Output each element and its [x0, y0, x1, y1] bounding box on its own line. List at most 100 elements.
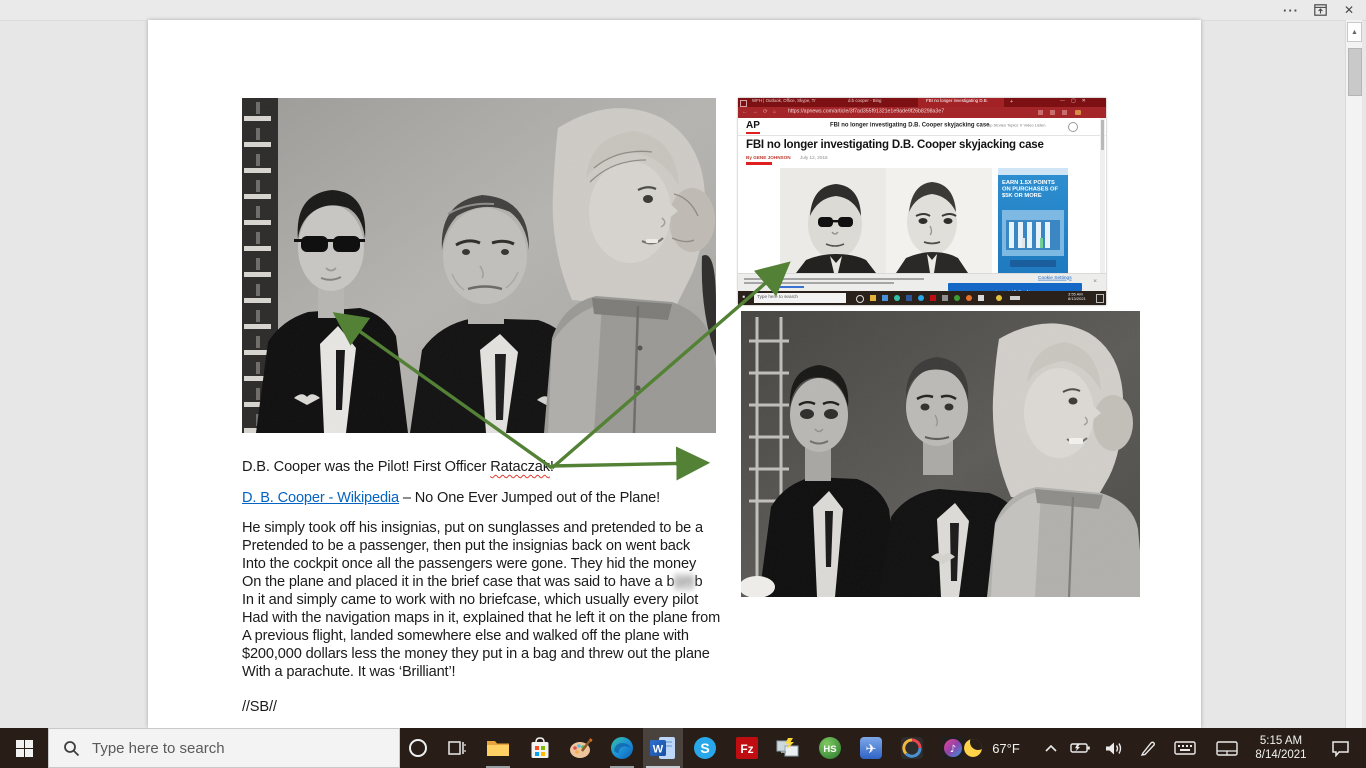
hostscan-button[interactable]: HS [810, 728, 850, 768]
search-placeholder: Type here to search [92, 740, 225, 757]
notification-bubble-icon [1331, 740, 1350, 757]
ap-site-header: AP FBI no longer investigating D.B. Coop… [738, 118, 1106, 136]
filezilla-button[interactable]: Fz [727, 728, 767, 768]
browser-tab[interactable]: WFH | Outlook, Office, Skype, Tr [752, 98, 816, 103]
edge-button[interactable] [602, 728, 642, 768]
ap-page-scrollbar[interactable] [1100, 118, 1105, 273]
touchpad-tray-button[interactable] [1208, 728, 1246, 768]
show-hidden-icons-button[interactable] [1038, 728, 1064, 768]
doc-line: Had with the navigation maps in it, expl… [242, 609, 720, 627]
browser-nav-icons[interactable]: ← → ⟳ ⌂ [742, 108, 778, 115]
ad-banner[interactable]: EARN 1.5X POINTSON PURCHASES OF$5K OR MO… [998, 168, 1068, 273]
ribbon-box-arrow-icon [1314, 4, 1327, 16]
doc-line: With a parachute. It was ‘Brilliant’! [242, 663, 720, 681]
remote-desktop-icon [776, 737, 800, 759]
browser-profile-icon[interactable] [1075, 110, 1081, 115]
ap-red-rule [746, 162, 772, 165]
volume-tray-button[interactable] [1098, 728, 1130, 768]
start-button[interactable] [0, 728, 48, 768]
ap-news-screenshot[interactable]: WFH | Outlook, Office, Skype, Tr d.b coo… [738, 98, 1106, 305]
close-window-icon[interactable]: ✕ [1338, 2, 1360, 18]
windows-ink-tray-button[interactable] [1132, 728, 1164, 768]
accept-cookies-button[interactable]: Accept All Cookies [948, 283, 1082, 291]
crew-photo-small[interactable] [741, 311, 1140, 597]
cookie-banner: Cookie Settings Accept All Cookies ✕ [738, 273, 1106, 292]
microsoft-store-button[interactable] [520, 728, 560, 768]
windows-logo-icon [16, 740, 33, 757]
filezilla-icon: Fz [735, 736, 759, 760]
doc-line: A previous flight, landed somewhere else… [242, 627, 720, 645]
doc-line-censored: On the plane and placed it in the brief … [242, 573, 720, 591]
clock-date: 8/14/2021 [1255, 748, 1306, 762]
clock-time: 5:15 AM [1260, 734, 1302, 748]
embedded-taskbar: Type here to search 3:55 AM8/13/2021 [738, 291, 1106, 305]
keyboard-icon [1174, 741, 1196, 755]
paint-button[interactable] [561, 728, 601, 768]
ap-header-title: FBI no longer investigating D.B. Cooper … [830, 121, 989, 128]
embedded-search-box: Type here to search [754, 293, 846, 303]
adobe-cc-button[interactable] [892, 728, 932, 768]
url-text[interactable]: https://apnews.com/article/3f7ad355f9132… [788, 108, 944, 114]
doc-line: He simply took off his insignias, put on… [242, 519, 720, 537]
ap-nav-links[interactable]: Top Stories Topics ∨ Video Listen [986, 123, 1045, 128]
scroll-up-button[interactable]: ▲ [1347, 22, 1362, 42]
crew-photo-large[interactable] [242, 98, 716, 433]
doc-link-line: D. B. Cooper - Wikipedia – No One Ever J… [242, 489, 660, 507]
cortana-button[interactable] [400, 728, 436, 768]
doc-signature: //SB// [242, 698, 277, 716]
touch-keyboard-tray-button[interactable] [1166, 728, 1204, 768]
file-explorer-button[interactable] [478, 728, 518, 768]
ap-search-icon[interactable] [1068, 122, 1078, 132]
scrollbar-thumb[interactable] [1348, 48, 1362, 96]
vertical-scrollbar[interactable]: ▲ [1345, 20, 1362, 728]
ap-logo[interactable]: AP [746, 120, 760, 134]
windows-taskbar: Type here to search [0, 728, 1366, 768]
browser-window-controls[interactable]: — ▢ ✕ [1060, 98, 1088, 103]
travel-app-button[interactable]: ✈ [851, 728, 891, 768]
embedded-start-icon [743, 296, 748, 301]
cookie-settings-link[interactable]: Cookie Settings [1038, 275, 1072, 280]
taskbar-search-box[interactable]: Type here to search [48, 728, 400, 768]
taskbar-clock[interactable]: 5:15 AM 8/14/2021 [1248, 728, 1314, 768]
browser-tab[interactable]: d.b cooper - Bing [848, 98, 882, 103]
battery-tray-button[interactable] [1064, 728, 1096, 768]
embedded-action-center [1096, 294, 1104, 303]
addressbar-icon[interactable] [1050, 110, 1055, 115]
action-center-button[interactable] [1318, 728, 1362, 768]
word-button-active[interactable]: W [643, 728, 683, 768]
cookie-close-icon[interactable]: ✕ [1093, 278, 1097, 284]
temperature-label: 67°F [992, 741, 1020, 756]
skype-button[interactable]: S [685, 728, 725, 768]
ap-article-headline: FBI no longer investigating D.B. Cooper … [746, 139, 1044, 151]
hs-icon: HS [818, 736, 842, 760]
cooper-sketches-image [780, 168, 992, 273]
more-options-icon[interactable]: ··· [1278, 2, 1304, 18]
doc-paragraph: He simply took off his insignias, put on… [242, 519, 720, 681]
ribbon-display-icon[interactable] [1310, 2, 1330, 18]
doc-line: In it and simply came to work with no br… [242, 591, 720, 609]
ap-browser-tabbar: WFH | Outlook, Office, Skype, Tr d.b coo… [738, 98, 1106, 107]
addressbar-icon[interactable] [1038, 110, 1043, 115]
file-explorer-icon [486, 738, 510, 758]
browser-tab-active[interactable]: FBI no longer investigating D.B. [918, 98, 1004, 107]
remote-desktop-button[interactable] [768, 728, 808, 768]
weather-tray-button[interactable]: 67°F [950, 728, 1034, 768]
new-tab-icon[interactable]: + [1010, 98, 1013, 104]
addressbar-icon[interactable] [1062, 110, 1067, 115]
ap-byline: By GENE JOHNSON [746, 155, 791, 160]
wikipedia-link[interactable]: D. B. Cooper - Wikipedia [242, 490, 399, 506]
privacy-policy-link[interactable] [778, 286, 804, 288]
word-icon: W [650, 736, 676, 760]
embedded-clock: 3:55 AM8/13/2021 [1068, 292, 1086, 301]
battery-charging-icon [1070, 741, 1091, 755]
desktop-screen: ··· ✕ ▲ [0, 0, 1366, 768]
pen-icon [1140, 740, 1156, 756]
embedded-search-text: Type here to search [757, 294, 798, 299]
ad-illustration [1002, 210, 1064, 256]
edge-icon [610, 736, 634, 760]
svg-text:✈: ✈ [866, 742, 877, 757]
ad-cta-button[interactable] [1010, 260, 1056, 267]
ap-article-date: July 12, 2016 [800, 155, 828, 160]
chevron-up-icon [1045, 745, 1057, 752]
task-view-button[interactable] [438, 728, 476, 768]
